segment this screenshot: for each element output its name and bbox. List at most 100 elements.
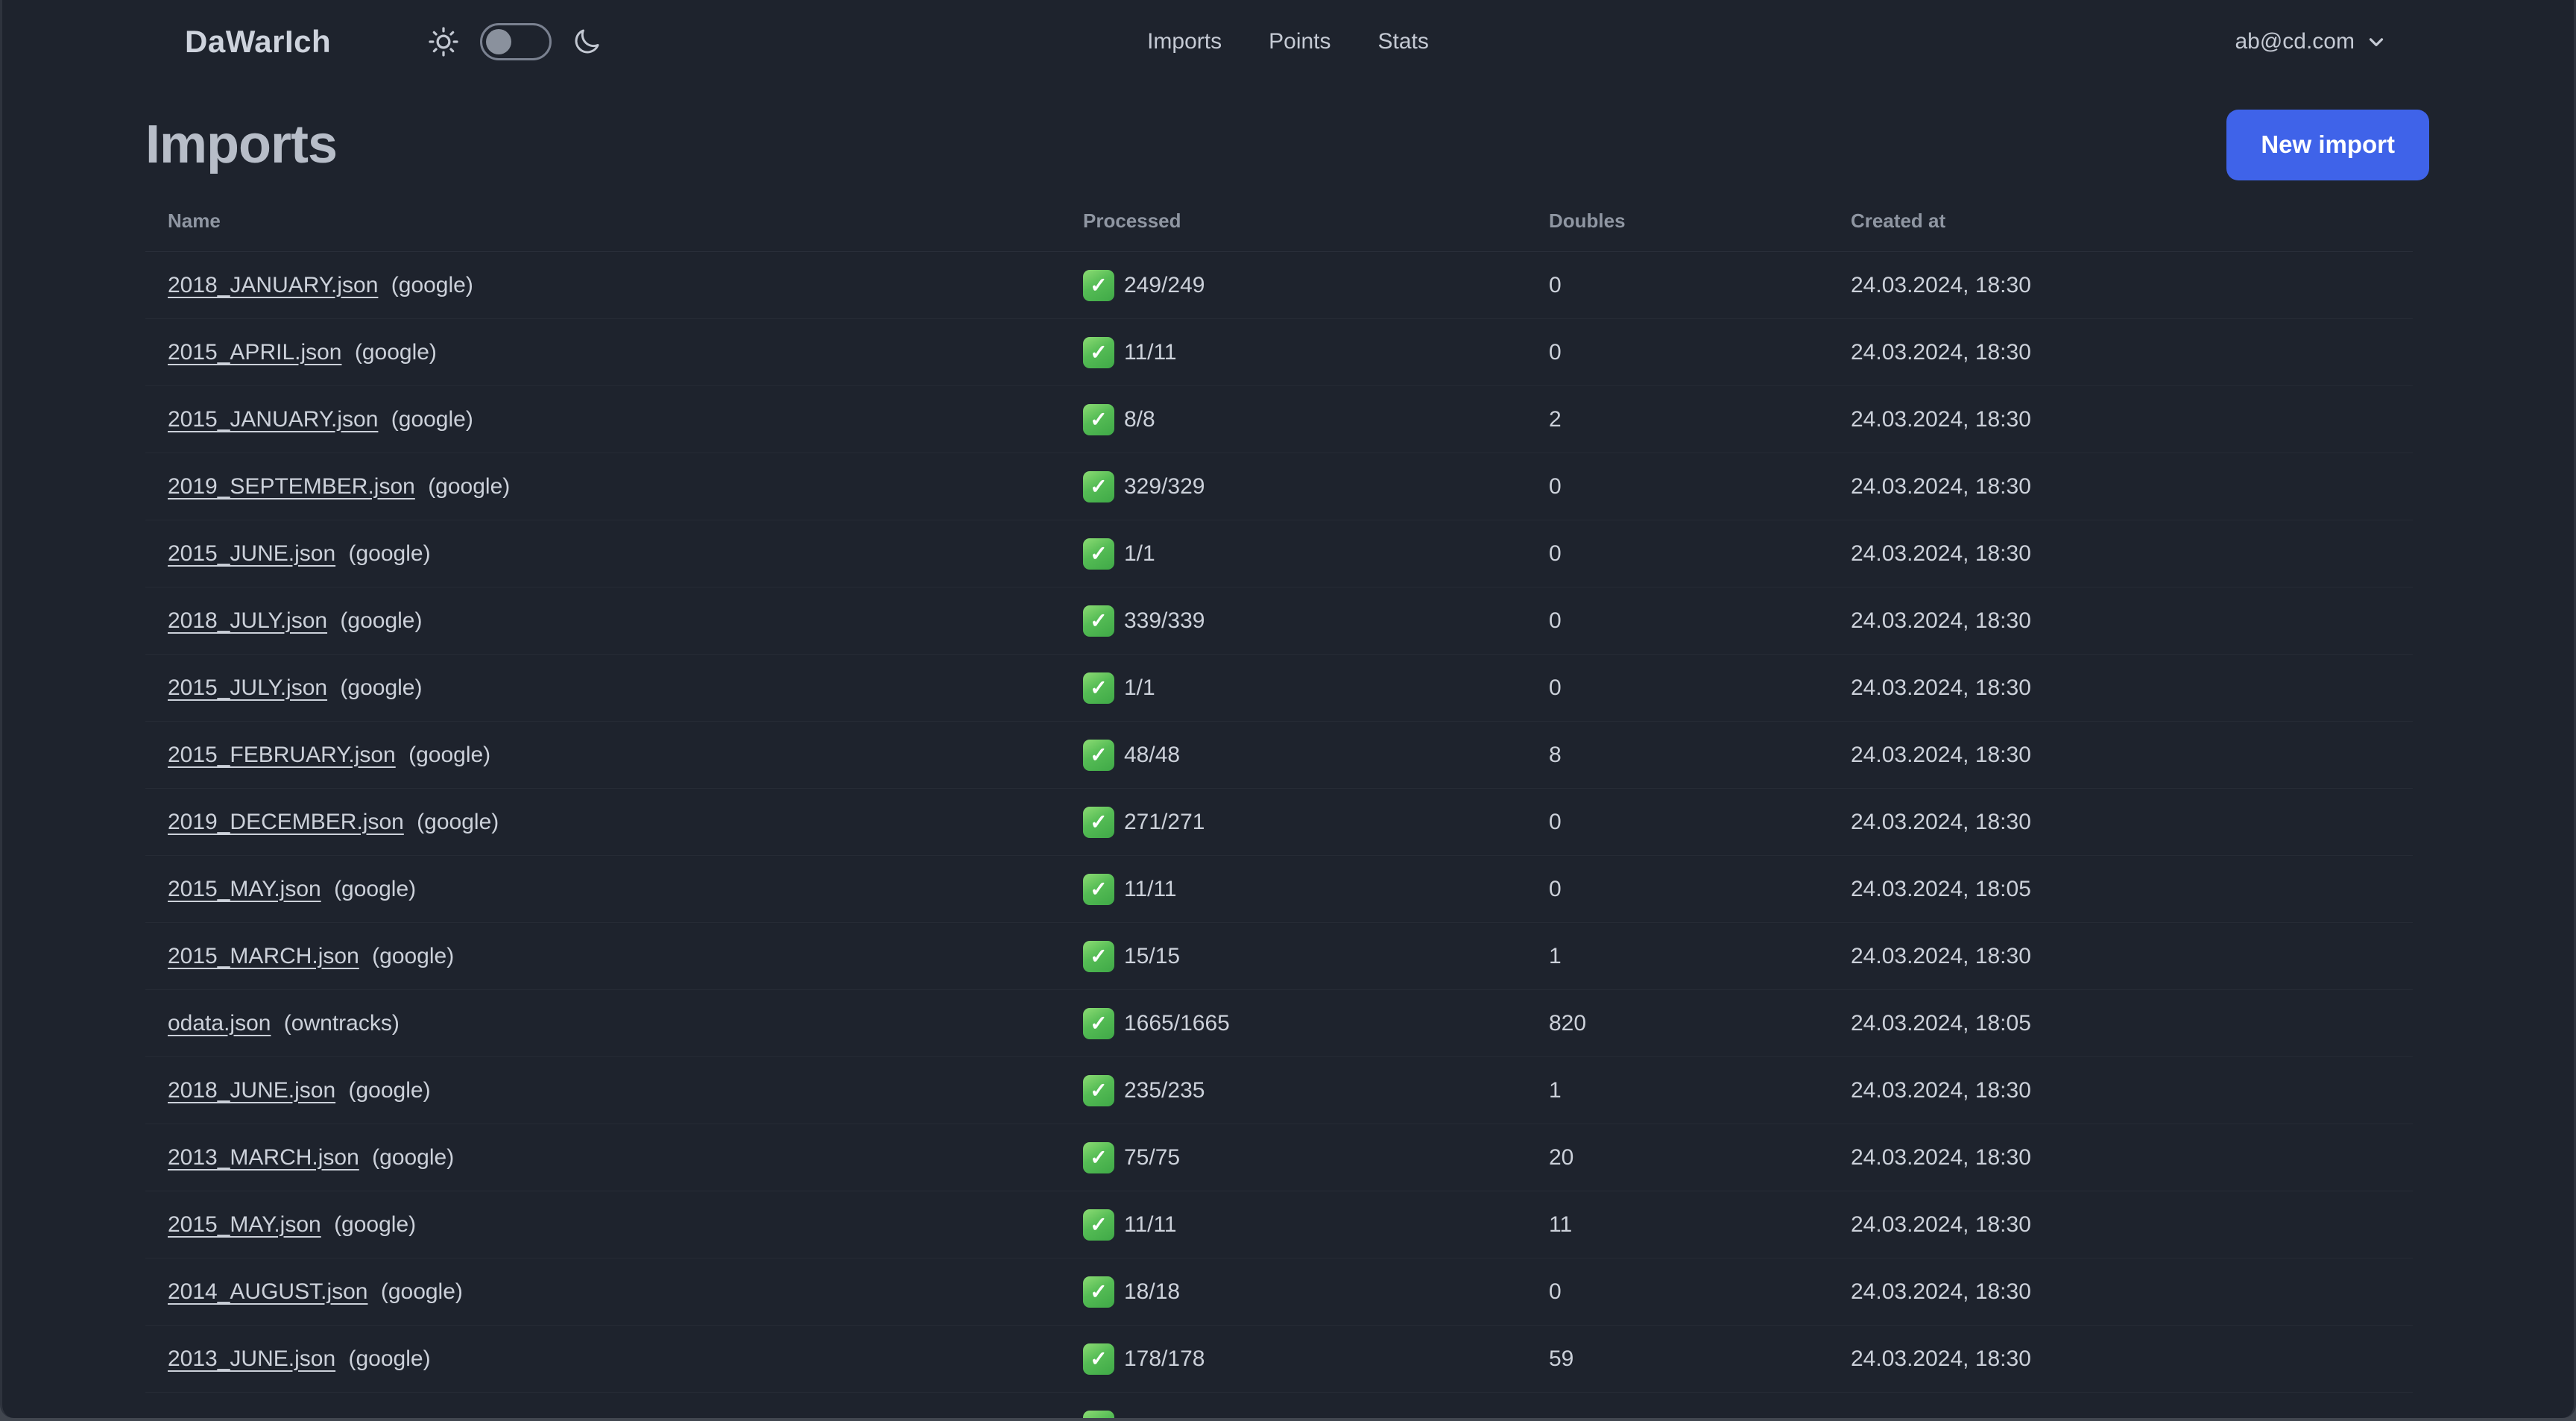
success-check-icon <box>1083 1074 1114 1106</box>
success-check-icon <box>1083 873 1114 905</box>
table-row-partial <box>145 1393 2413 1418</box>
import-file-link[interactable]: 2014_AUGUST.json <box>168 1279 367 1304</box>
import-file-link[interactable]: 2015_MAY.json <box>168 877 321 901</box>
theme-toggle[interactable] <box>480 23 552 60</box>
new-import-button[interactable]: New import <box>2226 109 2429 180</box>
table-row: 2013_MARCH.json (google) 75/75 20 24.03.… <box>145 1124 2413 1191</box>
table-row: 2018_JULY.json (google) 339/339 0 24.03.… <box>145 587 2413 655</box>
import-file-link[interactable]: 2015_JUNE.json <box>168 541 335 566</box>
processed-cell: 48/48 <box>1083 739 1549 771</box>
account-email: ab@cd.com <box>2235 29 2355 54</box>
nav-item-points[interactable]: Points <box>1269 29 1330 54</box>
import-file-link[interactable]: 2019_DECEMBER.json <box>168 810 404 834</box>
import-file-link[interactable]: 2013_MARCH.json <box>168 1145 359 1170</box>
success-check-icon <box>1083 1007 1114 1039</box>
success-check-icon <box>1083 1411 1114 1418</box>
created-at: 24.03.2024, 18:30 <box>1851 473 2031 499</box>
page-title: Imports <box>145 115 338 174</box>
import-file-link[interactable]: 2018_JULY.json <box>168 608 327 633</box>
created-at: 24.03.2024, 18:30 <box>1851 541 2031 566</box>
created-at: 24.03.2024, 18:30 <box>1851 675 2031 700</box>
app-logo[interactable]: DaWarIch <box>185 24 331 60</box>
import-source-label: (google) <box>391 272 473 297</box>
import-name-cell: 2015_JULY.json (google) <box>145 675 1083 701</box>
success-check-icon <box>1083 605 1114 637</box>
success-check-icon <box>1083 269 1114 301</box>
processed-count: 75/75 <box>1124 1144 1181 1170</box>
table-row: 2019_DECEMBER.json (google) 271/271 0 24… <box>145 789 2413 856</box>
import-name-cell: 2015_JANUARY.json (google) <box>145 407 1083 432</box>
import-file-link[interactable]: 2013_JUNE.json <box>168 1346 335 1371</box>
import-source-label: (google) <box>391 406 473 432</box>
column-header-name: Name <box>168 209 221 232</box>
table-row: 2015_JULY.json (google) 1/1 0 24.03.2024… <box>145 655 2413 722</box>
import-name-cell: 2015_MAY.json (google) <box>145 877 1083 902</box>
doubles-count: 1 <box>1549 1077 1562 1103</box>
account-menu-button[interactable]: ab@cd.com <box>2235 29 2387 54</box>
table-row: 2013_JUNE.json (google) 178/178 59 24.03… <box>145 1326 2413 1393</box>
doubles-count: 820 <box>1549 1010 1587 1036</box>
import-source-label: (google) <box>380 1279 463 1304</box>
processed-count: 178/178 <box>1124 1346 1205 1371</box>
success-check-icon <box>1083 739 1114 771</box>
processed-count: 8/8 <box>1124 406 1155 432</box>
processed-count: 249/249 <box>1124 272 1205 297</box>
import-file-link[interactable]: odata.json <box>168 1011 271 1036</box>
import-file-link[interactable]: 2015_JANUARY.json <box>168 407 378 432</box>
success-check-icon <box>1083 538 1114 570</box>
chevron-down-icon <box>2369 38 2384 46</box>
theme-switcher <box>426 23 602 60</box>
import-source-label: (google) <box>348 1077 431 1103</box>
table-row: 2015_APRIL.json (google) 11/11 0 24.03.2… <box>145 319 2413 386</box>
processed-count: 1/1 <box>1124 541 1155 566</box>
processed-cell: 75/75 <box>1083 1141 1549 1173</box>
import-name-cell: 2015_JUNE.json (google) <box>145 541 1083 567</box>
import-name-cell: 2015_MAY.json (google) <box>145 1212 1083 1238</box>
processed-count: 48/48 <box>1124 742 1181 767</box>
theme-toggle-knob <box>486 29 512 54</box>
success-check-icon <box>1083 336 1114 368</box>
page-header: Imports New import <box>145 109 2429 180</box>
success-check-icon <box>1083 940 1114 972</box>
doubles-count: 1 <box>1549 943 1562 968</box>
created-at: 24.03.2024, 18:30 <box>1851 1346 2031 1371</box>
doubles-count: 8 <box>1549 742 1562 767</box>
created-at: 24.03.2024, 18:30 <box>1851 608 2031 633</box>
processed-cell: 271/271 <box>1083 806 1549 838</box>
import-file-link[interactable]: 2018_JUNE.json <box>168 1078 335 1103</box>
success-check-icon <box>1083 403 1114 435</box>
created-at: 24.03.2024, 18:30 <box>1851 406 2031 432</box>
import-file-link[interactable]: 2015_APRIL.json <box>168 340 342 365</box>
processed-cell: 8/8 <box>1083 403 1549 435</box>
doubles-count: 11 <box>1549 1212 1573 1237</box>
created-at: 24.03.2024, 18:30 <box>1851 943 2031 968</box>
doubles-count: 0 <box>1549 608 1562 633</box>
import-source-label: (google) <box>417 809 499 834</box>
import-name-cell: 2018_JULY.json (google) <box>145 608 1083 634</box>
nav-item-imports[interactable]: Imports <box>1147 29 1222 54</box>
table-row: 2015_MARCH.json (google) 15/15 1 24.03.2… <box>145 923 2413 990</box>
processed-cell: 1/1 <box>1083 538 1549 570</box>
import-file-link[interactable]: 2015_JULY.json <box>168 675 327 700</box>
import-file-link[interactable]: 2019_SEPTEMBER.json <box>168 474 415 499</box>
import-file-link[interactable]: 2015_MAY.json <box>168 1212 321 1237</box>
created-at: 24.03.2024, 18:30 <box>1851 1144 2031 1170</box>
table-row: 2015_MAY.json (google) 11/11 0 24.03.202… <box>145 856 2413 923</box>
doubles-count: 59 <box>1549 1346 1574 1371</box>
table-row: 2014_AUGUST.json (google) 18/18 0 24.03.… <box>145 1258 2413 1326</box>
import-name-cell: 2015_FEBRUARY.json (google) <box>145 743 1083 768</box>
processed-cell: 1/1 <box>1083 672 1549 704</box>
processed-count: 235/235 <box>1124 1077 1205 1103</box>
table-row: 2018_JUNE.json (google) 235/235 1 24.03.… <box>145 1057 2413 1124</box>
import-file-link[interactable]: 2018_JANUARY.json <box>168 273 378 297</box>
processed-count: 15/15 <box>1124 943 1181 968</box>
import-source-label: (google) <box>334 876 417 901</box>
nav-item-stats[interactable]: Stats <box>1378 29 1429 54</box>
import-file-link[interactable]: 2015_MARCH.json <box>168 944 359 968</box>
import-name-cell: 2015_MARCH.json (google) <box>145 944 1083 969</box>
processed-count: 18/18 <box>1124 1279 1181 1304</box>
created-at: 24.03.2024, 18:05 <box>1851 1010 2031 1036</box>
created-at: 24.03.2024, 18:30 <box>1851 272 2031 297</box>
import-file-link[interactable]: 2015_FEBRUARY.json <box>168 743 396 767</box>
processed-cell: 339/339 <box>1083 605 1549 637</box>
